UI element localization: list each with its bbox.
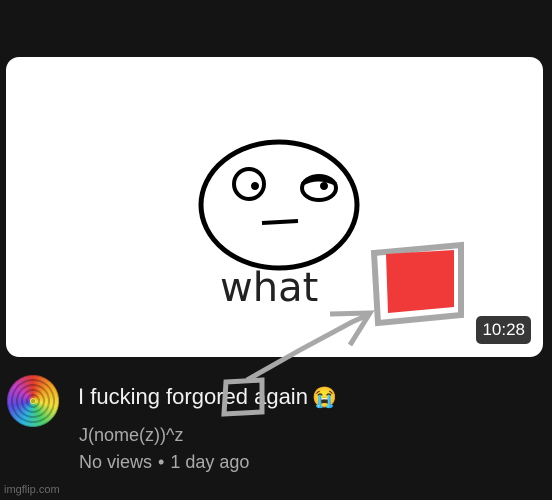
crying-emoji-icon: 😭 — [311, 387, 337, 409]
left-eye — [232, 167, 266, 201]
right-pupil — [320, 182, 328, 190]
red-square — [386, 250, 454, 313]
thumbnail-drawing — [198, 139, 464, 327]
view-count: No views — [79, 452, 153, 472]
right-eyelid — [301, 177, 337, 186]
separator-dot: • — [158, 452, 165, 472]
channel-avatar[interactable] — [7, 375, 59, 427]
left-pupil — [251, 182, 259, 190]
video-card[interactable]: what 10:28 I fucking forgored again 😭 J(n… — [0, 0, 552, 500]
video-title-text: I fucking forgored again — [78, 384, 308, 409]
duration-badge: 10:28 — [476, 316, 531, 344]
thumbnail-caption: what — [220, 265, 319, 311]
video-thumbnail[interactable]: what 10:28 — [6, 57, 543, 357]
face-outline — [198, 139, 360, 271]
channel-name[interactable]: J(nome(z))^z — [79, 425, 183, 446]
video-title[interactable]: I fucking forgored again 😭 — [78, 383, 337, 412]
mouth — [261, 219, 299, 225]
imgflip-watermark: imgflip.com — [4, 484, 60, 496]
video-metadata: No views • 1 day ago — [79, 452, 249, 473]
upload-age: 1 day ago — [170, 452, 250, 472]
